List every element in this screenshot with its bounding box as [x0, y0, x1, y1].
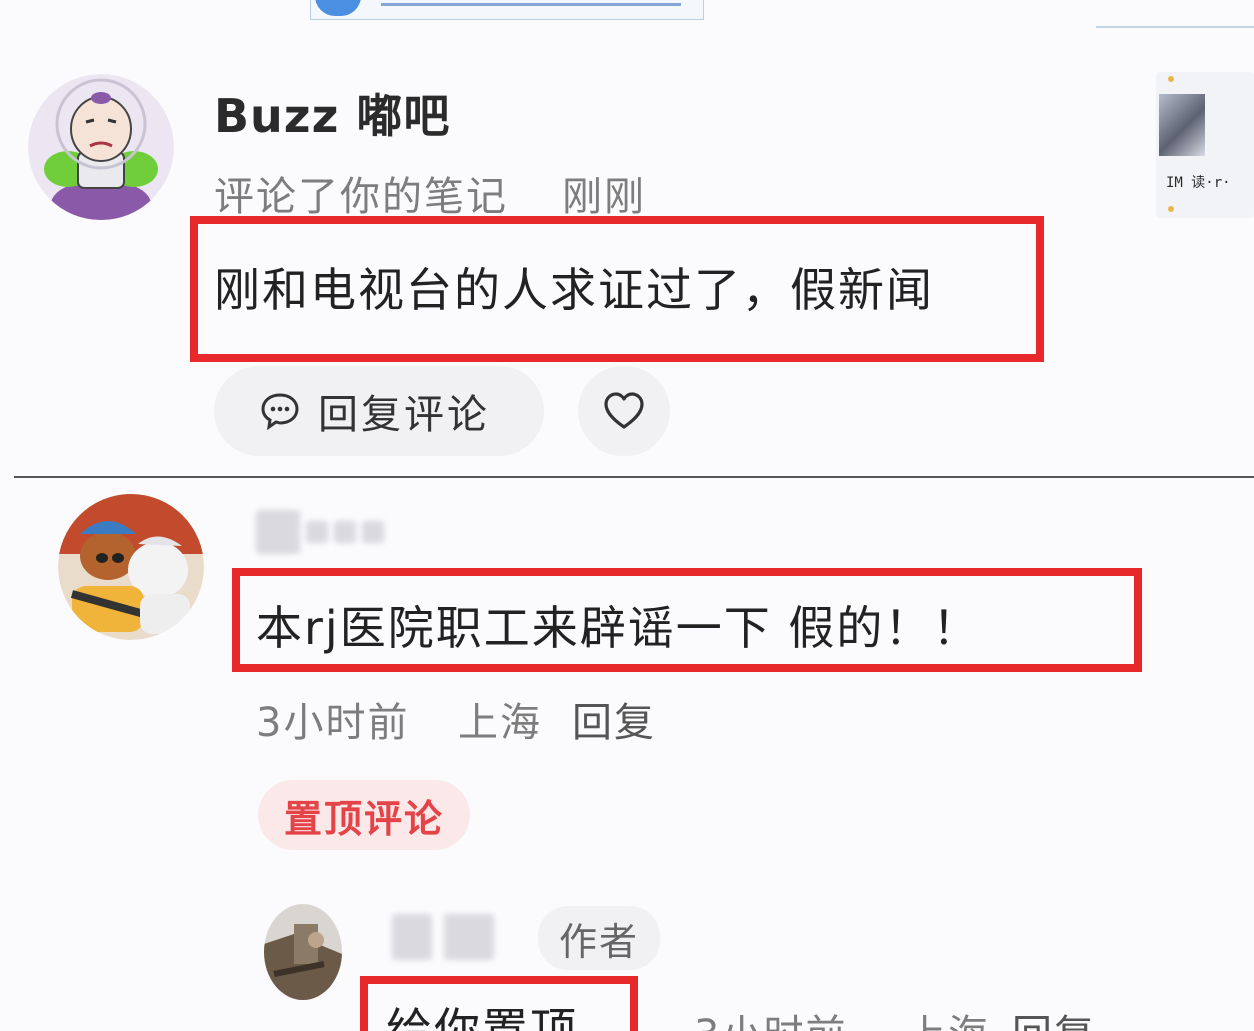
reply-comment-button[interactable]: 回复评论: [214, 366, 544, 456]
avatar-buzz[interactable]: [28, 74, 174, 220]
reply-time: 3小时前: [694, 1002, 847, 1031]
divider-fragment: [1096, 26, 1254, 28]
top-cropped-bar: [310, 0, 704, 20]
comment-2-location: 上海: [458, 700, 542, 746]
comment-time: 刚刚: [562, 174, 646, 220]
reply-text: 给你置顶: [386, 1003, 578, 1031]
author-name-blurred[interactable]: [392, 914, 494, 960]
section-divider: [14, 476, 1254, 478]
like-button[interactable]: [578, 366, 670, 456]
comment-text-1: 刚和电视台的人求证过了，假新闻: [214, 263, 934, 317]
pinned-comment-label: 置顶评论: [283, 796, 444, 841]
cropped-text-fragment: [381, 0, 681, 6]
comment-action: 评论了你的笔记: [214, 174, 508, 220]
reply-reply-link[interactable]: 回复: [1012, 1002, 1096, 1031]
comment-2-time: 3小时前: [256, 700, 410, 746]
avatar-commenter-2[interactable]: [58, 494, 204, 640]
reply-comment-label: 回复评论: [318, 392, 490, 438]
app-icon-fragment: [315, 0, 361, 16]
reply-location: 上海: [906, 1002, 990, 1031]
thumbnail-image: [1159, 94, 1205, 156]
author-badge: 作者: [538, 906, 660, 970]
heart-icon: [604, 392, 644, 429]
chat-bubble-icon: [261, 393, 299, 431]
username-blurred[interactable]: [256, 510, 384, 554]
comment-2-reply-link[interactable]: 回复: [572, 690, 656, 748]
avatar-author[interactable]: [264, 904, 342, 1000]
author-badge-label: 作者: [558, 919, 639, 964]
thumbnail-caption: IM 读·r·: [1166, 175, 1231, 191]
pinned-comment-badge: 置顶评论: [258, 780, 470, 850]
note-thumbnail[interactable]: IM 读·r·: [1156, 72, 1254, 218]
comment-text-2: 本rj医院职工来辟谣一下 假的！！: [256, 601, 981, 655]
username-buzz[interactable]: Buzz 嘟吧: [214, 80, 450, 146]
